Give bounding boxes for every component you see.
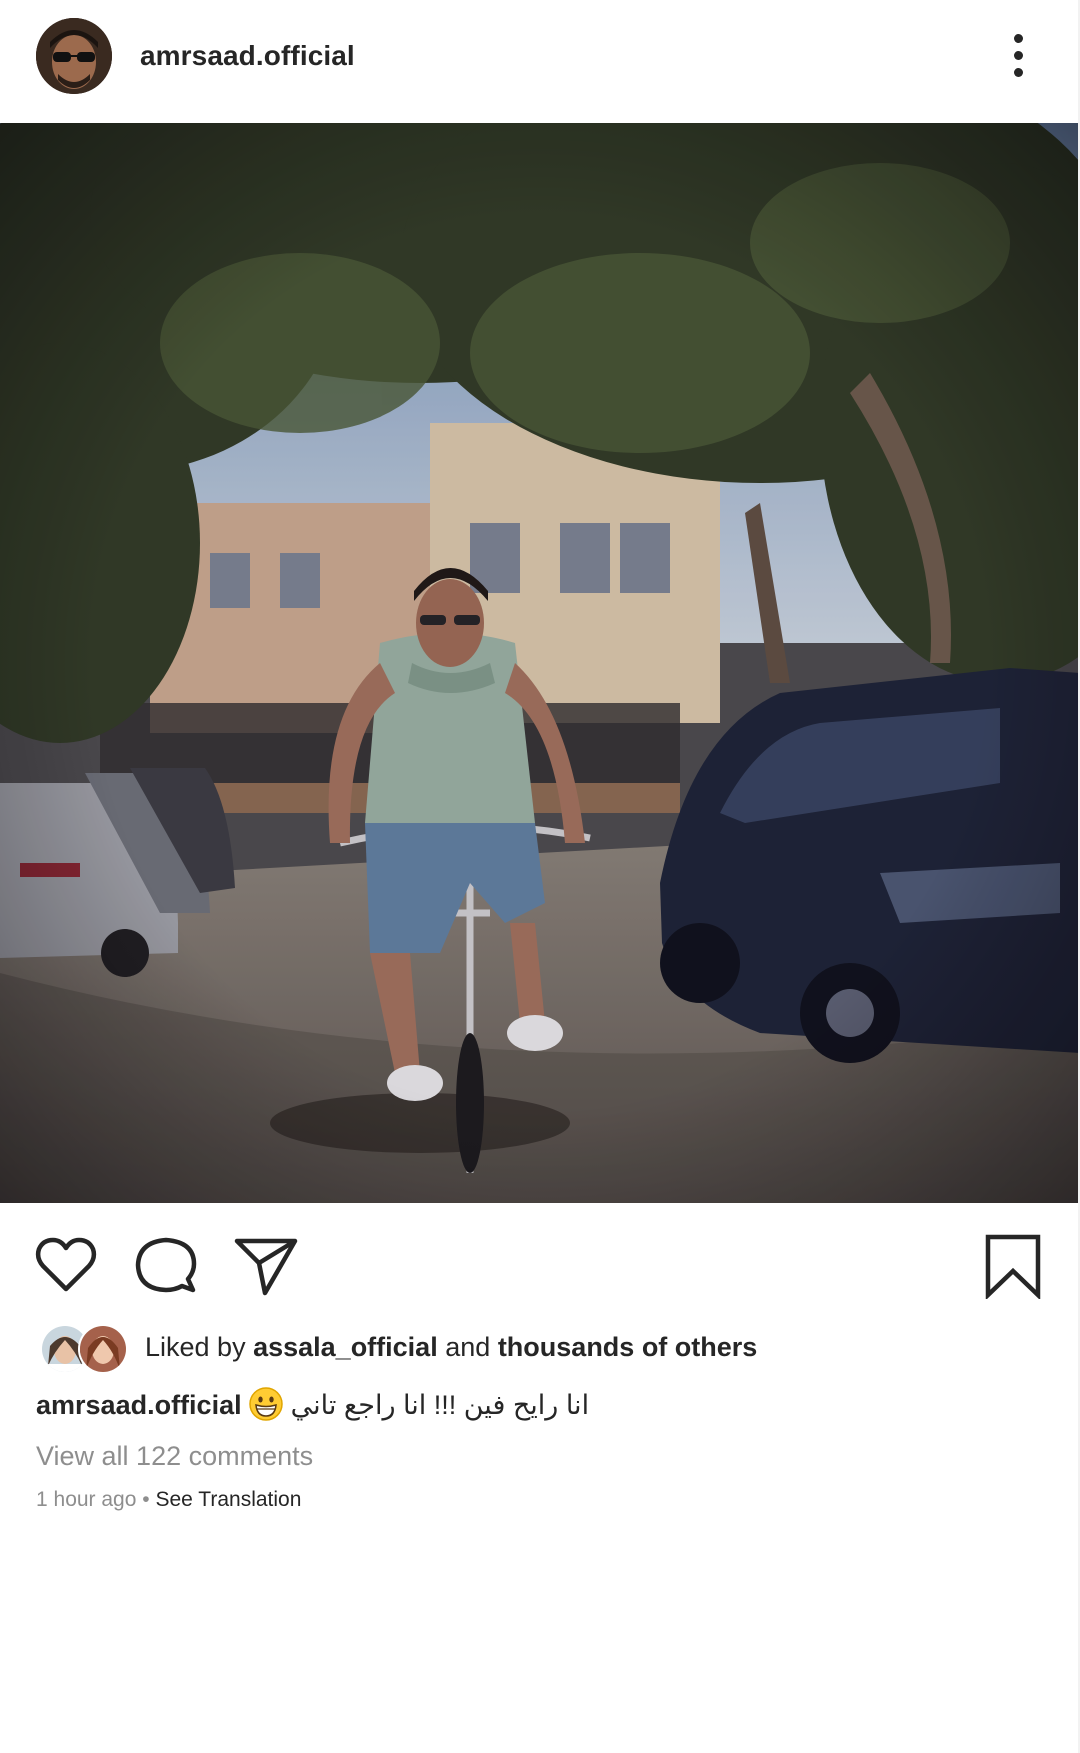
meta-separator: •	[142, 1488, 150, 1511]
likes-summary: Liked by assala_official and thousands o…	[145, 1332, 757, 1363]
comment-icon[interactable]	[133, 1233, 199, 1299]
post-header: amrsaad.official	[0, 0, 1080, 123]
first-liker-link[interactable]: assala_official	[253, 1332, 438, 1362]
view-comments-link[interactable]: View all 122 comments	[36, 1441, 313, 1472]
instagram-post: amrsaad.official Liked by assala_officia…	[0, 0, 1080, 1753]
heart-icon[interactable]	[33, 1233, 99, 1299]
menu-dot	[1014, 68, 1023, 77]
post-username[interactable]: amrsaad.official	[140, 40, 355, 72]
photo-image	[0, 123, 1080, 1203]
likes-others-link[interactable]: thousands of others	[498, 1332, 758, 1362]
profile-avatar[interactable]	[36, 18, 112, 94]
post-caption: amrsaad.official انا رايح فين !!! انا را…	[36, 1387, 1046, 1431]
caption-text: انا رايح فين !!! انا راجع تاني	[290, 1390, 590, 1420]
likes-conjunction: and	[445, 1332, 491, 1362]
likes-row: Liked by assala_official and thousands o…	[0, 1318, 1080, 1380]
liker-avatars[interactable]	[40, 1324, 130, 1374]
menu-dot	[1014, 51, 1023, 60]
post-photo[interactable]	[0, 123, 1080, 1203]
bookmark-icon[interactable]	[980, 1233, 1046, 1299]
menu-dot	[1014, 34, 1023, 43]
grinning-face-emoji	[249, 1387, 283, 1421]
more-vertical-icon[interactable]	[998, 30, 1038, 82]
send-icon[interactable]	[233, 1233, 299, 1299]
post-action-bar	[0, 1203, 1080, 1313]
caption-username[interactable]: amrsaad.official	[36, 1390, 242, 1420]
see-translation-link[interactable]: See Translation	[155, 1488, 301, 1511]
post-meta: 1 hour ago • See Translation	[36, 1488, 301, 1512]
likes-prefix: Liked by	[145, 1332, 246, 1362]
post-timestamp: 1 hour ago	[36, 1488, 137, 1511]
liker-avatar	[78, 1324, 128, 1374]
avatar-image	[36, 18, 112, 94]
